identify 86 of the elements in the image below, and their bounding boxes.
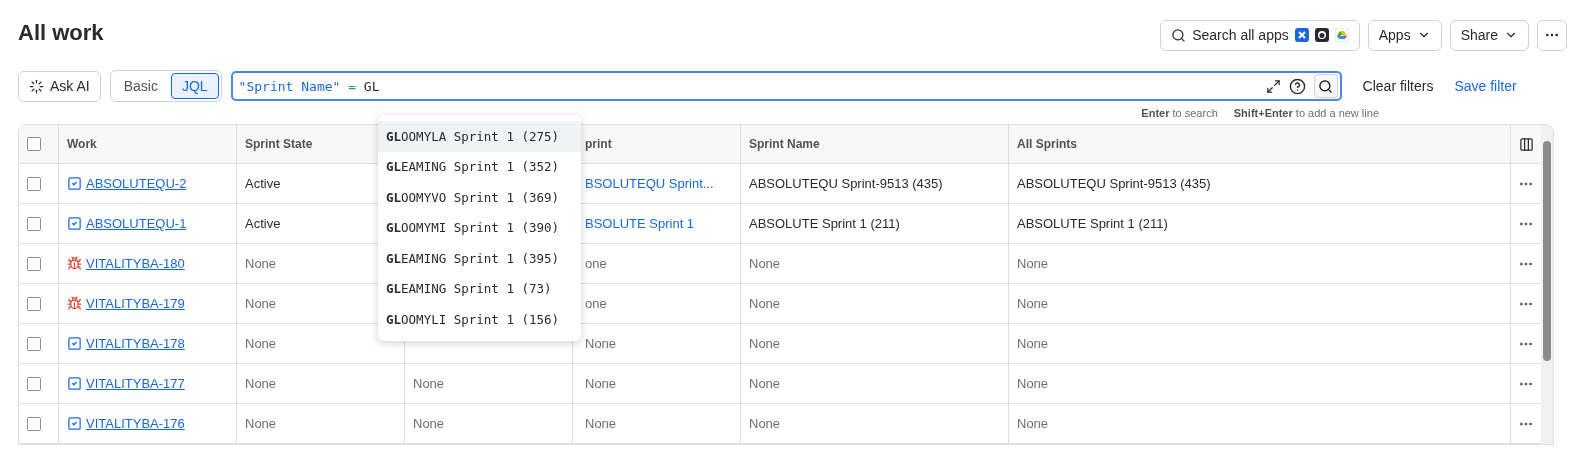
table-cell: None bbox=[1017, 376, 1049, 391]
table-cell: ABSOLUTE Sprint 1 (211) bbox=[1017, 216, 1168, 231]
share-button[interactable]: Share bbox=[1449, 19, 1529, 51]
suggestion-item[interactable]: GLOOMYLA Sprint 1 (275) bbox=[378, 121, 581, 152]
app-logo-icon bbox=[1294, 28, 1309, 42]
keyboard-hint: Enter to search bbox=[1141, 107, 1218, 119]
table-cell: ABSOLUTE Sprint 1 (211) bbox=[749, 216, 900, 231]
column-header: print bbox=[585, 137, 612, 151]
bug-icon bbox=[67, 296, 82, 311]
work-item-link[interactable]: VITALITYBA-177 bbox=[86, 376, 185, 391]
suggestion-item[interactable]: GLEAMING Sprint 1 (73) bbox=[378, 273, 581, 304]
work-item-link[interactable]: ABSOLUTEQU-1 bbox=[86, 216, 187, 231]
row-checkbox[interactable] bbox=[27, 176, 41, 191]
search-apps-button[interactable]: Search all apps bbox=[1160, 19, 1360, 51]
table-cell: None bbox=[245, 296, 277, 311]
column-header: Sprint Name bbox=[749, 137, 820, 151]
suggestion-item[interactable]: GLEAMING Sprint 1 (352) bbox=[378, 151, 581, 182]
sprint-link[interactable]: BSOLUTE Sprint 1 bbox=[585, 216, 695, 231]
table-cell: Active bbox=[245, 216, 281, 231]
table-cell: None bbox=[585, 416, 617, 431]
scrollbar-thumb[interactable] bbox=[1543, 141, 1551, 361]
mode-tab[interactable]: Basic bbox=[112, 73, 169, 99]
table-cell: None bbox=[1017, 336, 1049, 351]
row-checkbox[interactable] bbox=[27, 376, 41, 391]
help-icon[interactable] bbox=[1288, 77, 1306, 95]
select-all-checkbox[interactable] bbox=[27, 137, 41, 151]
checkbox-icon bbox=[67, 376, 82, 391]
search-icon bbox=[1318, 78, 1334, 94]
table-cell: None bbox=[1017, 296, 1049, 311]
table-cell: None bbox=[245, 336, 277, 351]
search-button[interactable] bbox=[1313, 74, 1338, 98]
apps-button[interactable]: Apps bbox=[1367, 19, 1442, 51]
table-cell: None bbox=[1017, 416, 1049, 431]
work-item-link[interactable]: VITALITYBA-176 bbox=[86, 416, 185, 431]
checkbox-icon bbox=[67, 176, 82, 191]
bug-icon bbox=[67, 256, 82, 271]
table-cell: None bbox=[245, 416, 277, 431]
save-filter-link[interactable]: Save filter bbox=[1454, 78, 1517, 94]
suggestion-item[interactable]: GLOOMYLI Sprint 1 (156) bbox=[378, 304, 581, 335]
table-cell: None bbox=[585, 336, 617, 351]
table-cell: None bbox=[749, 376, 781, 391]
row-checkbox[interactable] bbox=[27, 296, 41, 311]
expand-icon[interactable] bbox=[1265, 78, 1281, 94]
table-cell: None bbox=[749, 336, 781, 351]
columns-icon[interactable] bbox=[1518, 136, 1534, 152]
checkbox-icon bbox=[67, 216, 82, 231]
table-cell: ABSOLUTEQU Sprint-9513 (435) bbox=[1017, 176, 1211, 191]
search-icon bbox=[1171, 27, 1187, 43]
sprint-link[interactable]: BSOLUTEQU Sprint... bbox=[585, 176, 714, 191]
table-cell: Active bbox=[245, 176, 281, 191]
row-checkbox[interactable] bbox=[27, 256, 41, 271]
query-field[interactable]: "Sprint Name" = GL bbox=[230, 71, 1342, 101]
table-cell: None bbox=[413, 376, 445, 391]
table-cell: None bbox=[749, 256, 781, 271]
table-cell: one bbox=[585, 256, 607, 271]
row-checkbox[interactable] bbox=[27, 336, 41, 351]
sparkle-icon bbox=[29, 78, 44, 94]
triangle-logo-icon bbox=[1334, 28, 1349, 42]
work-item-link[interactable]: VITALITYBA-180 bbox=[86, 256, 185, 271]
column-header: Work bbox=[67, 137, 97, 151]
checkbox-icon bbox=[67, 336, 82, 351]
work-item-link[interactable]: VITALITYBA-178 bbox=[86, 336, 185, 351]
keyboard-hint: Shift+Enter to add a new line bbox=[1233, 107, 1379, 119]
row-checkbox[interactable] bbox=[27, 416, 41, 431]
table-cell: None bbox=[1017, 256, 1049, 271]
row-checkbox[interactable] bbox=[27, 216, 41, 231]
table-cell: None bbox=[749, 416, 781, 431]
checkbox-icon bbox=[67, 416, 82, 431]
table-cell: ABSOLUTEQU Sprint-9513 (435) bbox=[749, 176, 943, 191]
clear-filters-link[interactable]: Clear filters bbox=[1362, 78, 1434, 94]
table-cell: None bbox=[413, 416, 445, 431]
work-item-link[interactable]: ABSOLUTEQU-2 bbox=[86, 176, 187, 191]
mode-tab[interactable]: JQL bbox=[170, 73, 219, 99]
table-cell: None bbox=[245, 376, 277, 391]
table-cell: None bbox=[585, 376, 617, 391]
suggestion-item[interactable]: GLOOMYVO Sprint 1 (369) bbox=[378, 182, 581, 213]
ask-ai-button[interactable]: Ask AI bbox=[18, 70, 101, 102]
suggestion-item[interactable]: GLEAMING Sprint 1 (395) bbox=[378, 243, 581, 274]
table-cell: None bbox=[245, 256, 277, 271]
suggestion-item[interactable]: GLOOMYMI Sprint 1 (390) bbox=[378, 212, 581, 243]
table-cell: one bbox=[585, 296, 607, 311]
column-header: All Sprints bbox=[1017, 137, 1077, 151]
table-cell: None bbox=[749, 296, 781, 311]
work-item-link[interactable]: VITALITYBA-179 bbox=[86, 296, 185, 311]
column-header: Sprint State bbox=[245, 137, 313, 151]
page-title: All work bbox=[18, 20, 104, 47]
